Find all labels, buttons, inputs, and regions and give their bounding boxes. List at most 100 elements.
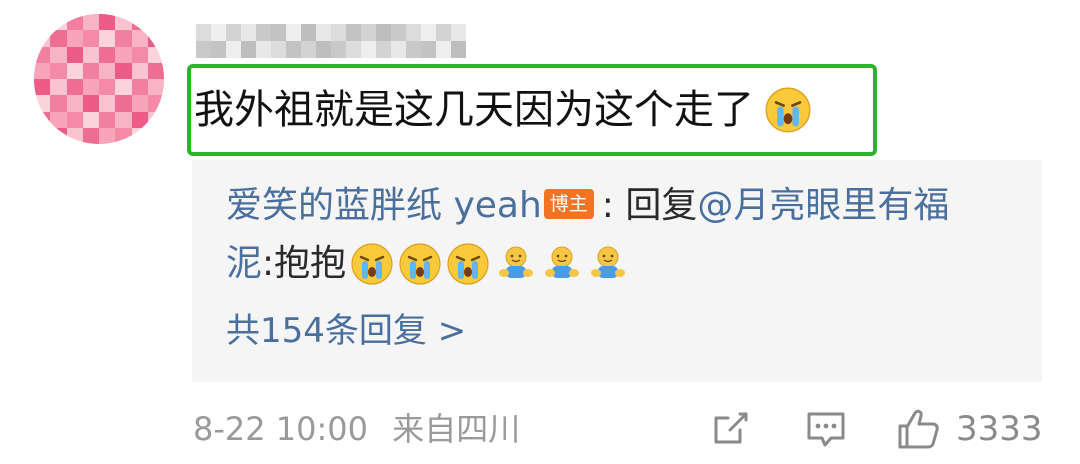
username-pixel: [271, 24, 286, 41]
hug-icon: [499, 246, 534, 278]
username-pixel: [451, 41, 466, 58]
username-pixel: [286, 24, 301, 41]
avatar-pixel: [131, 62, 148, 79]
username-pixel: [451, 24, 466, 41]
username-pixel: [226, 24, 241, 41]
avatar-pixel: [147, 127, 164, 144]
avatar-pixel: [34, 79, 51, 96]
crying-face-icon: [351, 243, 393, 285]
avatar-pixel: [99, 111, 116, 128]
username-pixel: [376, 24, 391, 41]
username-pixel: [406, 41, 421, 58]
comment-meta: 8-22 10:00 来自四川: [193, 404, 520, 454]
username-pixel: [331, 41, 346, 58]
avatar-pixel: [34, 46, 51, 63]
avatar-pixel: [50, 95, 67, 112]
avatar-pixel: [115, 46, 132, 63]
username-pixel: [376, 41, 391, 58]
avatar-pixel: [99, 30, 116, 47]
author-badge: 博主: [543, 189, 594, 219]
share-icon: [714, 412, 748, 444]
avatar-pixel: [50, 111, 67, 128]
username-pixel: [211, 41, 226, 58]
crying-face-icon: [447, 243, 489, 285]
username-pixel: [316, 41, 331, 58]
avatar-pixel: [34, 62, 51, 79]
reply-mention-cont[interactable]: 泥: [226, 236, 262, 292]
avatar-pixel: [82, 14, 99, 31]
comment-time: 8-22 10:00: [193, 410, 369, 448]
avatar-pixel: [34, 14, 51, 31]
avatar-pixel: [131, 30, 148, 47]
avatar-pixel: [131, 14, 148, 31]
avatar-pixel: [115, 111, 132, 128]
avatar-pixel: [34, 95, 51, 112]
username-pixel: [361, 41, 376, 58]
comment-body: 我外祖就是这几天因为这个走了: [194, 79, 812, 141]
username-pixel: [226, 41, 241, 58]
avatar-pixel: [147, 30, 164, 47]
reply-mention[interactable]: @月亮眼里有福: [697, 178, 949, 234]
like-button[interactable]: 3333: [896, 404, 1043, 454]
username-pixel: [286, 41, 301, 58]
avatar[interactable]: [34, 14, 164, 144]
more-replies-link[interactable]: 共154条回复 >: [226, 306, 466, 356]
avatar-pixel: [66, 46, 83, 63]
username-pixel: [391, 24, 406, 41]
username-pixel: [301, 24, 316, 41]
avatar-pixel: [82, 79, 99, 96]
avatar-pixel: [115, 95, 132, 112]
avatar-pixel: [82, 46, 99, 63]
username-pixel: [196, 41, 211, 58]
avatar-pixel: [115, 62, 132, 79]
avatar-pixel: [82, 127, 99, 144]
reply-prefix: : 回复: [601, 185, 698, 226]
comment-button[interactable]: [804, 404, 848, 454]
avatar-pixel: [115, 127, 132, 144]
hug-icon: [545, 246, 580, 278]
avatar-pixel: [50, 79, 67, 96]
username-pixel: [331, 24, 346, 41]
comment-text: 我外祖就是这几天因为这个走了: [194, 87, 754, 133]
crying-face-icon: [765, 87, 811, 133]
avatar-pixel: [99, 14, 116, 31]
avatar-pixel: [115, 30, 132, 47]
avatar-pixel: [82, 62, 99, 79]
username-pixel: [316, 24, 331, 41]
crying-face-icon: [399, 243, 441, 285]
username-pixel: [436, 24, 451, 41]
username-pixel: [211, 24, 226, 41]
reply-line-2: 泥 :抱抱: [226, 236, 628, 292]
username-pixel: [436, 41, 451, 58]
avatar-pixel: [50, 14, 67, 31]
avatar-pixel: [147, 111, 164, 128]
avatar-pixel: [66, 127, 83, 144]
username-pixel: [421, 24, 436, 41]
avatar-pixel: [131, 127, 148, 144]
username-pixel: [301, 41, 316, 58]
avatar-pixel: [147, 62, 164, 79]
username-pixel: [406, 24, 421, 41]
avatar-pixel: [99, 95, 116, 112]
username-pixelated[interactable]: [196, 24, 466, 58]
username-pixel: [241, 24, 256, 41]
avatar-pixel: [50, 46, 67, 63]
avatar-pixel: [99, 79, 116, 96]
avatar-pixel: [99, 46, 116, 63]
hug-icon: [591, 246, 626, 278]
avatar-pixel: [147, 46, 164, 63]
avatar-pixel: [34, 127, 51, 144]
avatar-pixel: [34, 30, 51, 47]
comment-location: 来自四川: [392, 410, 521, 448]
share-button[interactable]: [710, 404, 752, 454]
avatar-pixel: [82, 95, 99, 112]
avatar-pixel: [82, 111, 99, 128]
avatar-pixel: [66, 79, 83, 96]
avatar-pixel: [99, 127, 116, 144]
comment-icon: [807, 412, 845, 447]
avatar-pixel: [50, 62, 67, 79]
reply-author[interactable]: 爱笑的蓝胖纸 yeah: [226, 178, 542, 234]
avatar-pixel: [131, 111, 148, 128]
avatar-pixel: [131, 95, 148, 112]
avatar-pixel: [82, 30, 99, 47]
